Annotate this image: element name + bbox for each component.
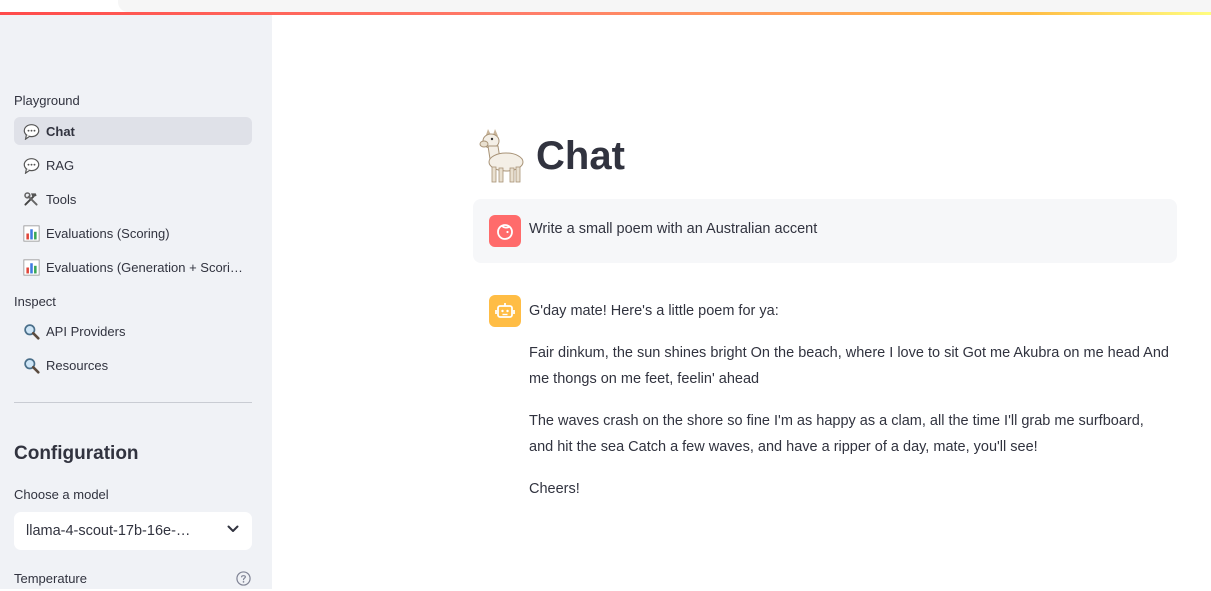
sidebar-item-label: Resources	[46, 357, 109, 373]
assistant-paragraph: Fair dinkum, the sun shines bright On th…	[529, 345, 1169, 387]
hammer-wrench-icon	[22, 190, 40, 208]
bot-avatar-icon	[489, 295, 521, 327]
sidebar-item-api-providers[interactable]: API Providers	[14, 317, 252, 345]
top-header	[0, 0, 1211, 16]
sidebar-item-label: Tools	[46, 191, 77, 207]
magnifier-icon	[22, 356, 40, 374]
llama-icon	[476, 129, 526, 183]
sidebar-item-label: Chat	[46, 123, 75, 139]
model-select-label: Choose a model	[14, 487, 109, 502]
sidebar-item-resources[interactable]: Resources	[14, 351, 252, 379]
bar-chart-icon	[22, 258, 40, 276]
user-message: Write a small poem with an Australian ac…	[473, 199, 1177, 263]
sidebar-item-label: RAG	[46, 157, 75, 173]
assistant-paragraph: Cheers!	[529, 481, 580, 497]
assistant-message: G'day mate! Here's a little poem for ya:…	[529, 298, 1169, 518]
speech-bubble-icon	[22, 156, 40, 174]
model-select-value: llama-4-scout-17b-16e-…	[26, 523, 191, 539]
temperature-label: Temperature	[14, 571, 87, 586]
nav-section-inspect: Inspect	[14, 294, 56, 309]
model-select[interactable]: llama-4-scout-17b-16e-…	[14, 512, 252, 550]
user-avatar-icon	[489, 215, 521, 247]
sidebar-item-label: API Providers	[46, 323, 126, 339]
user-message-text: Write a small poem with an Australian ac…	[529, 221, 818, 237]
help-icon[interactable]	[236, 571, 251, 586]
sidebar-item-rag[interactable]: RAG	[14, 151, 252, 179]
speech-bubble-icon	[22, 122, 40, 140]
sidebar-item-evaluations-generation-scoring[interactable]: Evaluations (Generation + Scori…	[14, 253, 252, 281]
sidebar: Playground Chat RAG Tools Evaluations (S…	[0, 15, 272, 589]
configuration-title: Configuration	[14, 443, 139, 464]
nav-section-playground: Playground	[14, 93, 80, 108]
magnifier-icon	[22, 322, 40, 340]
sidebar-item-label: Evaluations (Scoring)	[46, 225, 170, 241]
chevron-down-icon	[226, 522, 240, 540]
sidebar-item-chat[interactable]: Chat	[14, 117, 252, 145]
sidebar-item-tools[interactable]: Tools	[14, 185, 252, 213]
assistant-paragraph: G'day mate! Here's a little poem for ya:	[529, 303, 779, 319]
page-title: Chat	[476, 128, 625, 184]
sidebar-item-evaluations-scoring[interactable]: Evaluations (Scoring)	[14, 219, 252, 247]
assistant-paragraph: The waves crash on the shore so fine I'm…	[529, 413, 1144, 455]
sidebar-item-label: Evaluations (Generation + Scori…	[46, 259, 243, 275]
header-toolbar	[118, 0, 1211, 12]
bar-chart-icon	[22, 224, 40, 242]
sidebar-divider	[14, 402, 252, 403]
page-title-text: Chat	[536, 133, 625, 178]
